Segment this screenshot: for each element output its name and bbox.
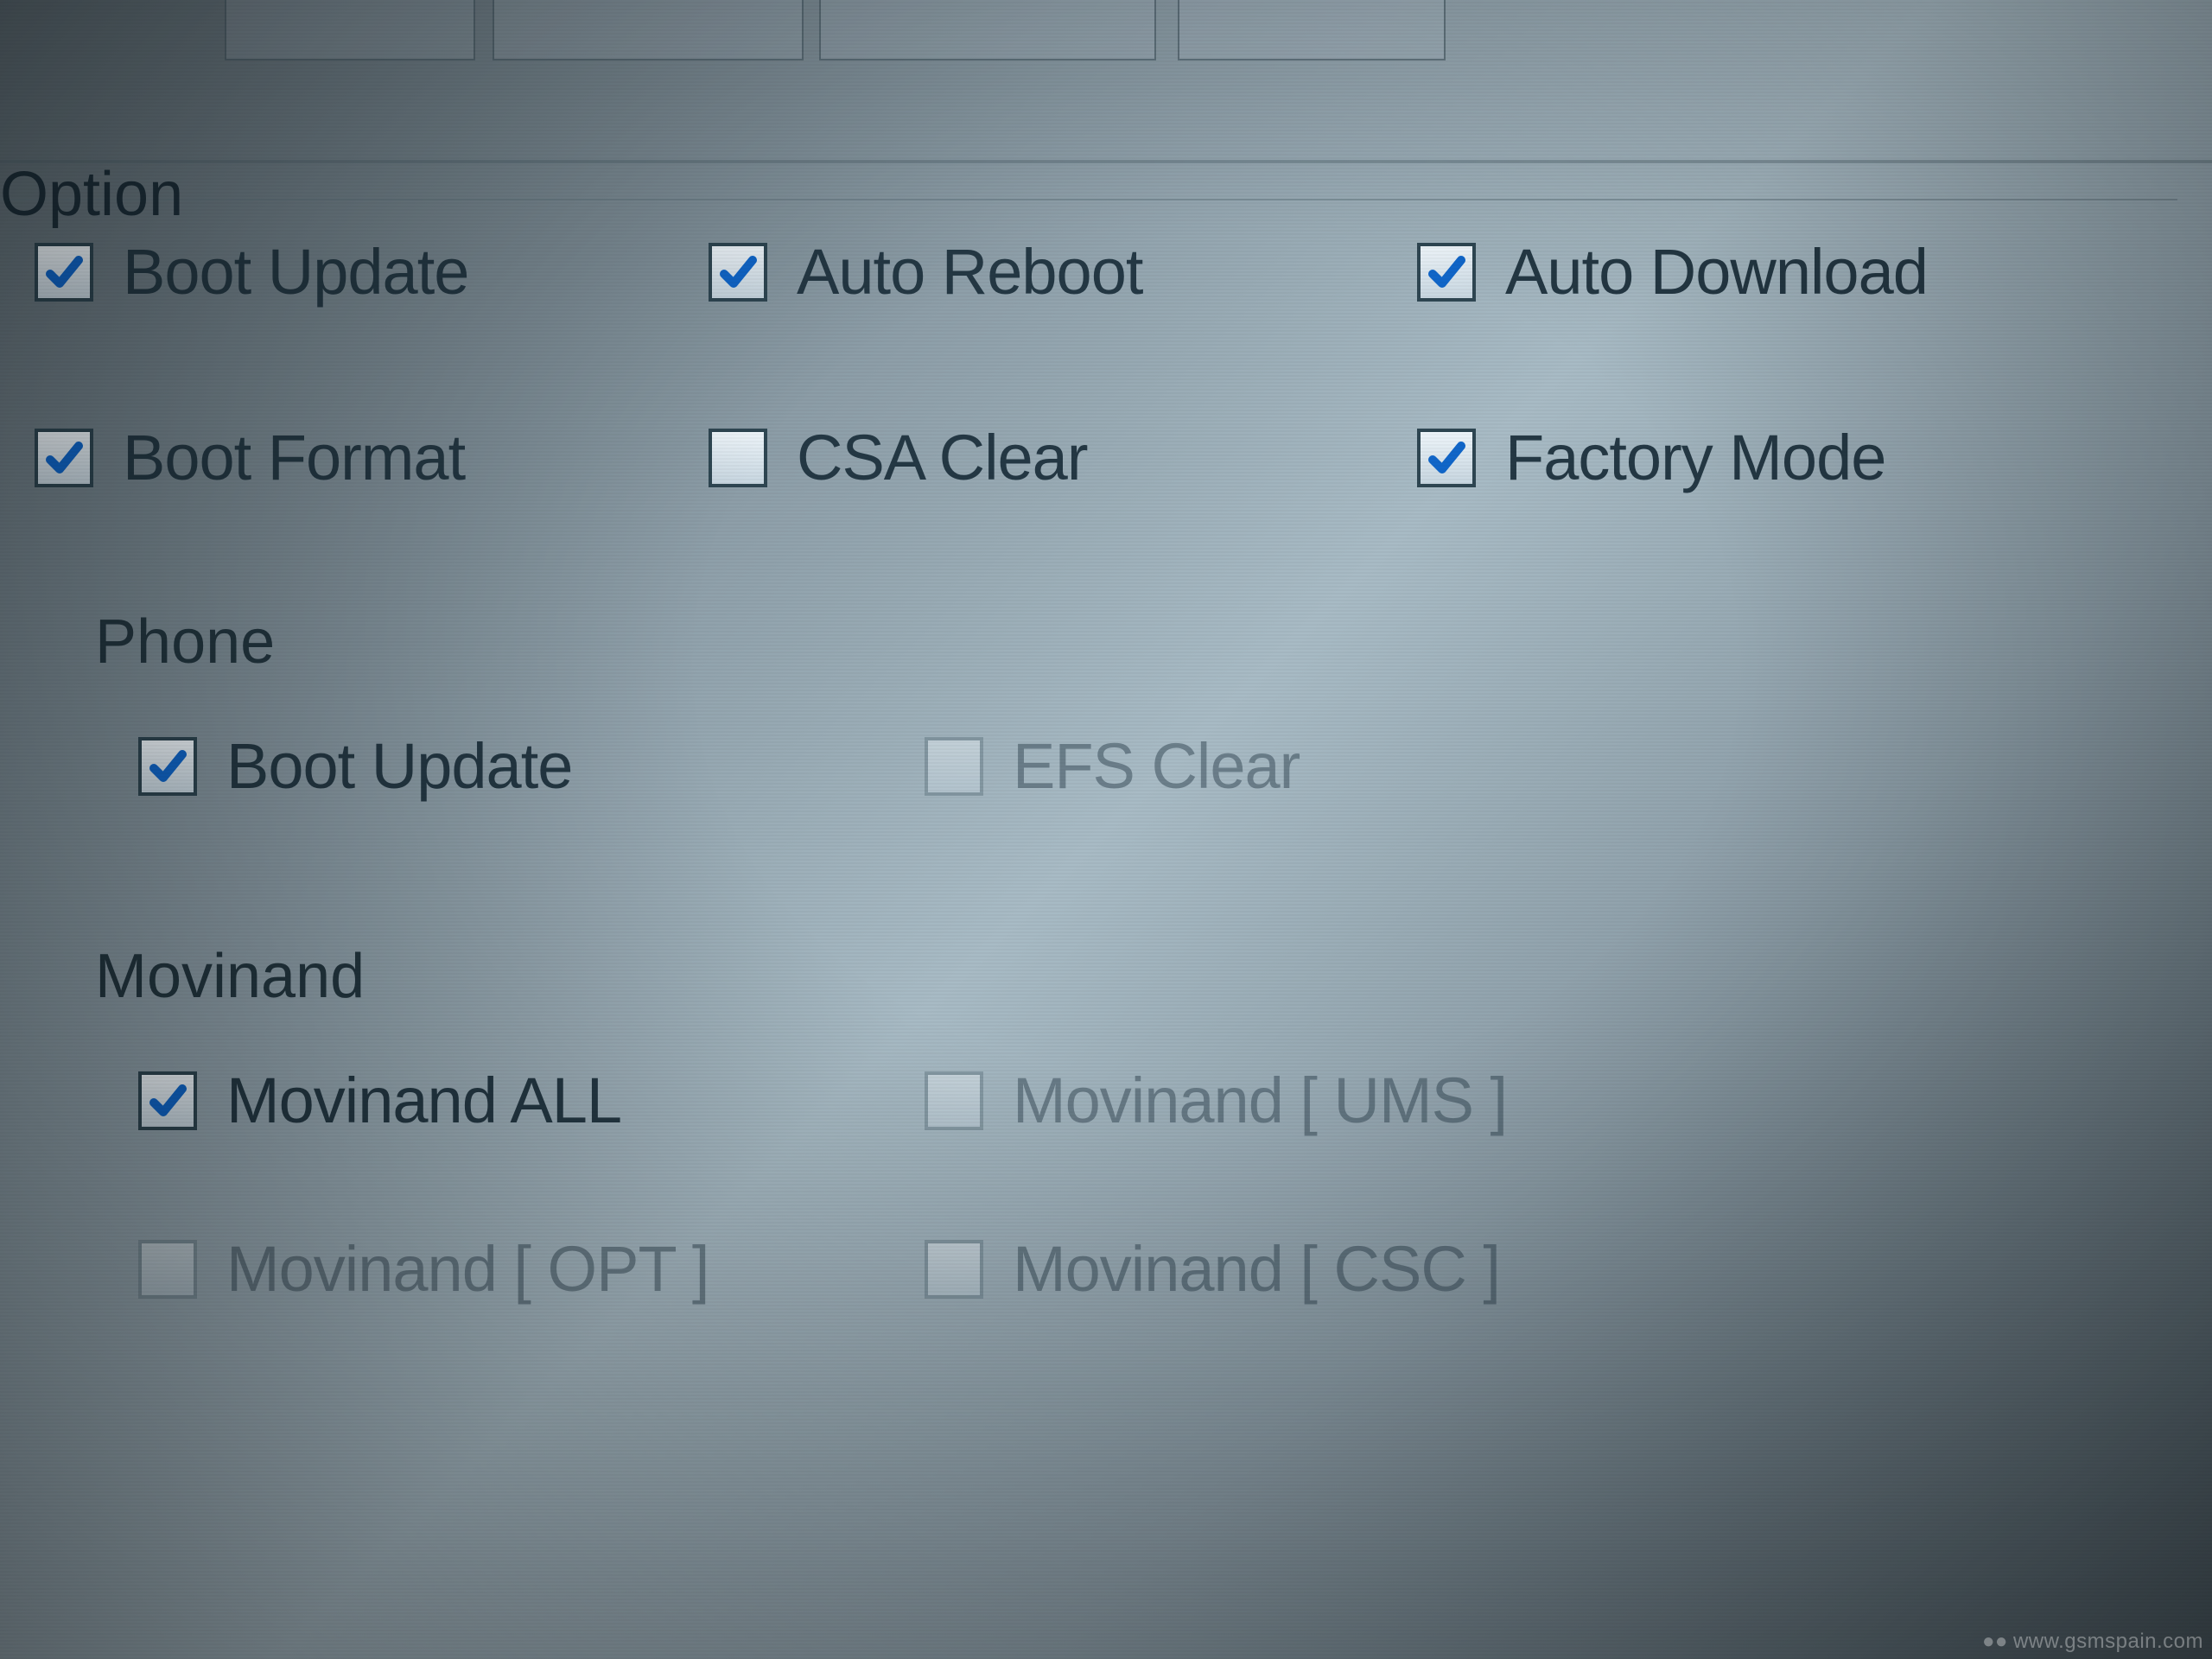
checkbox-movinand-csc — [925, 1240, 983, 1299]
group-legend-phone: Phone — [95, 607, 2177, 677]
label-csa-clear: CSA Clear — [797, 421, 1087, 494]
checkbox-boot-format[interactable] — [35, 429, 93, 487]
check-icon — [1427, 439, 1465, 477]
label-phone-boot-update: Boot Update — [226, 729, 572, 803]
label-efs-clear: EFS Clear — [1013, 729, 1300, 803]
checkbox-csa-clear[interactable] — [709, 429, 767, 487]
checkbox-auto-download[interactable] — [1417, 243, 1476, 302]
check-icon — [1427, 253, 1465, 291]
watermark-logo-icon: ●● — [1982, 1630, 2008, 1653]
option-row-1: Boot Update Auto Reboot Auto Download — [0, 235, 2177, 308]
label-auto-download: Auto Download — [1505, 235, 1928, 308]
tab-row — [0, 0, 2212, 60]
label-boot-update: Boot Update — [123, 235, 468, 308]
label-movinand-csc: Movinand [ CSC ] — [1013, 1232, 1500, 1306]
label-factory-mode: Factory Mode — [1505, 421, 1885, 494]
group-legend-movinand: Movinand — [95, 941, 2177, 1012]
divider — [0, 160, 2212, 163]
checkbox-movinand-all[interactable] — [138, 1071, 197, 1130]
tab-slot[interactable] — [819, 0, 1156, 60]
check-icon — [45, 253, 83, 291]
checkbox-movinand-opt — [138, 1240, 197, 1299]
phone-row: Boot Update EFS Clear — [0, 729, 2177, 803]
movinand-row-2: Movinand [ OPT ] Movinand [ CSC ] — [0, 1232, 2177, 1306]
label-movinand-all: Movinand ALL — [226, 1064, 621, 1137]
check-icon — [149, 1082, 187, 1120]
checkbox-efs-clear — [925, 737, 983, 796]
watermark: ●●www.gsmspain.com — [1982, 1630, 2203, 1654]
movinand-row-1: Movinand ALL Movinand [ UMS ] — [0, 1064, 2177, 1137]
checkbox-boot-update[interactable] — [35, 243, 93, 302]
check-icon — [719, 253, 757, 291]
option-row-2: Boot Format CSA Clear Factory Mode — [0, 421, 2177, 494]
tab-slot[interactable] — [493, 0, 804, 60]
option-group: Option Boot Update Auto Reboot Auto Down… — [0, 199, 2177, 1642]
check-icon — [149, 747, 187, 785]
label-boot-format: Boot Format — [123, 421, 465, 494]
check-icon — [45, 439, 83, 477]
checkbox-auto-reboot[interactable] — [709, 243, 767, 302]
checkbox-movinand-ums — [925, 1071, 983, 1130]
tab-slot[interactable] — [1178, 0, 1446, 60]
checkbox-factory-mode[interactable] — [1417, 429, 1476, 487]
group-legend-option: Option — [0, 159, 195, 230]
label-auto-reboot: Auto Reboot — [797, 235, 1142, 308]
tab-slot[interactable] — [225, 0, 475, 60]
label-movinand-opt: Movinand [ OPT ] — [226, 1232, 709, 1306]
checkbox-phone-boot-update[interactable] — [138, 737, 197, 796]
label-movinand-ums: Movinand [ UMS ] — [1013, 1064, 1507, 1137]
